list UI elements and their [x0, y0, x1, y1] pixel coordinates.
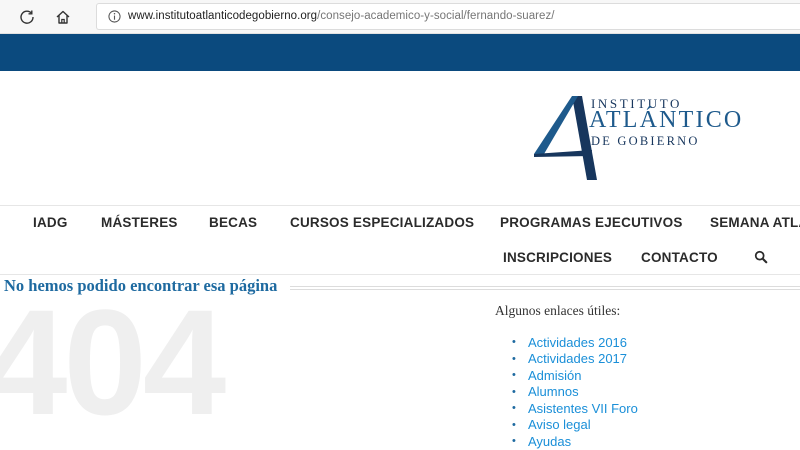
bullet-icon: • — [512, 418, 516, 431]
list-item: • Aviso legal — [512, 417, 638, 434]
reload-icon[interactable] — [15, 5, 39, 29]
page-title: No hemos podido encontrar esa página — [4, 276, 286, 296]
useful-links-heading: Algunos enlaces útiles: — [495, 303, 621, 318]
top-blue-band — [0, 34, 800, 71]
url-domain: www.institutoatlanticodegobierno.org — [128, 10, 318, 22]
link-aviso-legal[interactable]: Aviso legal — [528, 417, 591, 432]
link-alumnos[interactable]: Alumnos — [528, 384, 579, 399]
url-path: /consejo-academico-y-social/fernando-sua… — [317, 10, 555, 22]
nav-item-programas-ejecutivos[interactable]: PROGRAMAS EJECUTIVOS — [500, 215, 683, 230]
list-item: • Alumnos — [512, 384, 638, 401]
nav-item-semana-atlantica[interactable]: SEMANA ATLÁ — [710, 215, 800, 230]
nav-item-cursos-especializados[interactable]: CURSOS ESPECIALIZADOS — [290, 215, 474, 230]
link-ayudas[interactable]: Ayudas — [528, 434, 571, 449]
nav-divider-bottom — [0, 274, 800, 275]
list-item: • Asistentes VII Foro — [512, 400, 638, 417]
bullet-icon: • — [512, 352, 516, 365]
list-item: • Ayudas — [512, 433, 638, 450]
logo-text-atlantico: ATLÁNTICO — [589, 107, 744, 133]
bullet-icon: • — [512, 369, 516, 382]
link-actividades-2017[interactable]: Actividades 2017 — [528, 351, 627, 366]
nav-divider-top — [0, 205, 800, 206]
bullet-icon: • — [512, 385, 516, 398]
list-item: • Admisión — [512, 367, 638, 384]
link-asistentes-vii-foro[interactable]: Asistentes VII Foro — [528, 401, 638, 416]
link-admision[interactable]: Admisión — [528, 368, 581, 383]
link-actividades-2016[interactable]: Actividades 2016 — [528, 335, 627, 350]
logo-text-de-gobierno: DE GOBIERNO — [591, 134, 700, 148]
site-logo[interactable]: INSTITUTO ATLÁNTICO DE GOBIERNO — [534, 96, 754, 182]
list-item: • Actividades 2016 — [512, 334, 638, 351]
search-icon[interactable] — [754, 250, 770, 266]
browser-toolbar: www.institutoatlanticodegobierno.org/con… — [0, 0, 800, 34]
list-item: • Actividades 2017 — [512, 351, 638, 368]
nav-item-inscripciones[interactable]: INSCRIPCIONES — [503, 250, 612, 265]
home-icon[interactable] — [51, 5, 75, 29]
title-divider — [290, 286, 800, 290]
nav-item-iadg[interactable]: IADG — [33, 215, 68, 230]
nav-item-contacto[interactable]: CONTACTO — [641, 250, 718, 265]
nav-item-becas[interactable]: BECAS — [209, 215, 257, 230]
useful-links-list: • Actividades 2016 • Actividades 2017 • Adm… — [512, 334, 638, 450]
bullet-icon: • — [512, 402, 516, 415]
url-text[interactable]: www.institutoatlanticodegobierno.org/con… — [128, 10, 555, 22]
address-bar[interactable]: www.institutoatlanticodegobierno.org/con… — [96, 3, 800, 30]
error-code-watermark: 404 — [0, 278, 226, 446]
bullet-icon: • — [512, 336, 516, 349]
bullet-icon: • — [512, 435, 516, 448]
nav-item-masteres[interactable]: MÁSTERES — [101, 215, 178, 230]
info-icon[interactable] — [108, 10, 121, 23]
